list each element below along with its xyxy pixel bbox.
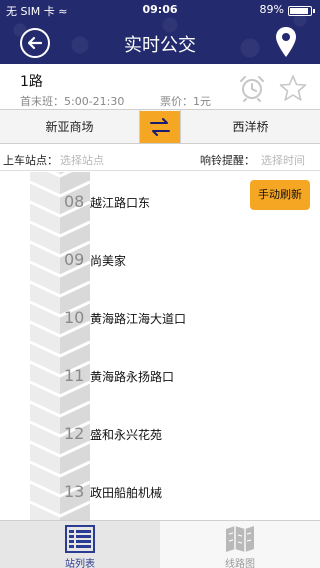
page-title: 实时公交 — [124, 35, 196, 56]
station-item[interactable]: 09 尚美家 — [0, 230, 320, 288]
direction-bar: 新亚商场 西洋桥 — [0, 110, 320, 144]
tab-route-map[interactable]: 线路图 — [160, 521, 320, 568]
tab-label: 线路图 — [225, 559, 255, 568]
direction-end: 西洋桥 — [180, 110, 320, 144]
station-number: 09 — [64, 250, 85, 269]
map-icon — [226, 526, 254, 552]
tab-station-list[interactable]: 站列表 — [0, 521, 160, 568]
station-item[interactable]: 13 政田船舶机械 — [0, 462, 320, 520]
station-number: 13 — [64, 482, 85, 501]
service-hours: 首末班：5:00-21:30 — [20, 95, 125, 108]
route-info: 1路 首末班：5:00-21:30 票价：1元 — [0, 64, 320, 110]
station-item[interactable]: 12 盛和永兴花苑 — [0, 404, 320, 462]
battery-percent: 89% — [259, 3, 284, 16]
route-name: 1路 — [20, 74, 43, 90]
tab-label: 站列表 — [65, 559, 95, 568]
alarm-button[interactable] — [238, 74, 266, 102]
boarding-stop-select[interactable]: 选择站点 — [60, 152, 104, 168]
station-number: 10 — [64, 308, 85, 327]
boarding-stop-label: 上车站点： — [3, 154, 58, 167]
fare: 票价：1元 — [160, 95, 211, 108]
station-name: 黄海路永扬路口 — [90, 370, 175, 384]
station-list[interactable]: 08 越江路口东 09 尚美家 10 黄海路江海大道口 11 黄海路永扬路口 1… — [0, 172, 320, 520]
app-header: 无 SIM 卡 ≈ 09:06 89% 实时公交 — [0, 0, 320, 64]
station-number: 11 — [64, 366, 85, 385]
station-number: 08 — [64, 192, 85, 211]
station-name: 盛和永兴花苑 — [90, 428, 163, 442]
station-number: 12 — [64, 424, 85, 443]
location-pin-icon — [276, 27, 296, 57]
station-item[interactable]: 10 黄海路江海大道口 — [0, 288, 320, 346]
station-name: 越江路口东 — [90, 196, 151, 210]
battery-icon — [288, 6, 312, 16]
status-bar: 无 SIM 卡 ≈ 09:06 89% — [0, 0, 320, 20]
list-icon — [65, 525, 95, 553]
station-item[interactable]: 11 黄海路永扬路口 — [0, 346, 320, 404]
alarm-time-select[interactable]: 选择时间 — [261, 152, 305, 168]
alarm-clock-icon — [240, 76, 264, 102]
swap-direction-button[interactable] — [140, 111, 180, 143]
station-name: 政田船舶机械 — [90, 486, 163, 500]
swap-icon — [150, 118, 170, 136]
star-icon — [279, 75, 307, 101]
station-name: 黄海路江海大道口 — [90, 312, 187, 326]
manual-refresh-button[interactable]: 手动刷新 — [250, 180, 310, 210]
favorite-button[interactable] — [279, 74, 307, 102]
alarm-time-label: 响铃提醒： — [200, 154, 255, 167]
direction-start: 新亚商场 — [0, 110, 140, 144]
selector-row: 上车站点： 选择站点 响铃提醒： 选择时间 — [0, 145, 320, 171]
station-name: 尚美家 — [90, 254, 127, 268]
tab-bar: 站列表 线路图 — [0, 520, 320, 568]
location-button[interactable] — [274, 26, 298, 58]
